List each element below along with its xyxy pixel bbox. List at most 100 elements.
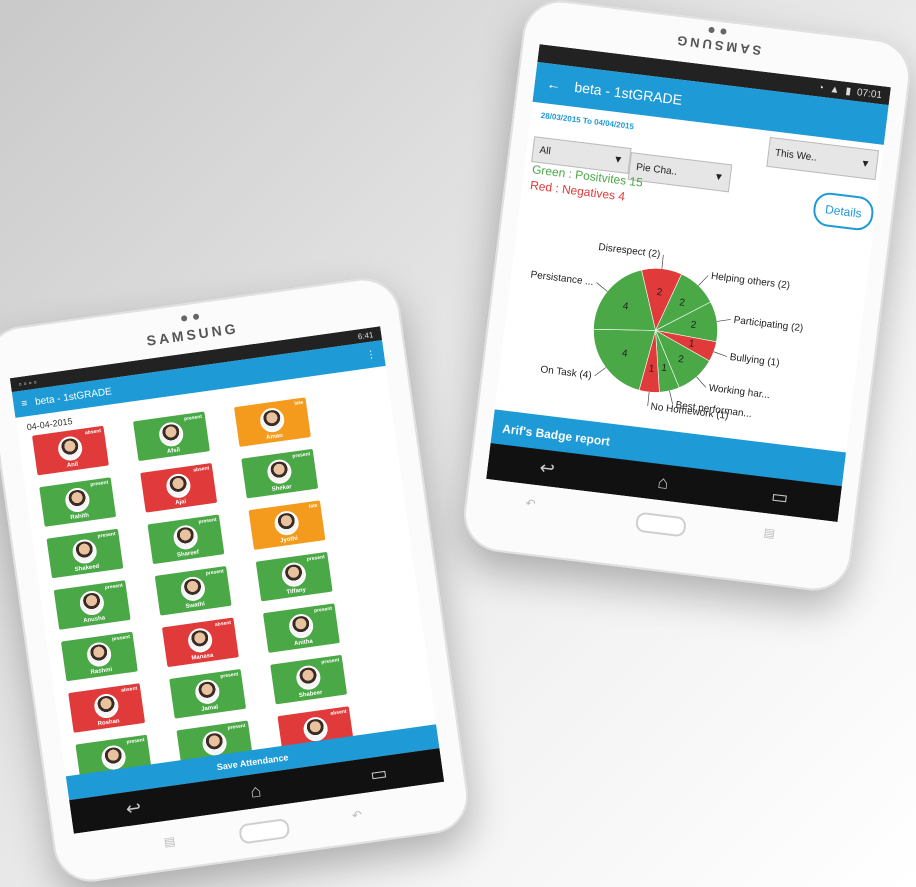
details-button[interactable]: Details	[811, 190, 876, 232]
camera-dot	[180, 315, 188, 322]
slice-leader-line	[596, 282, 608, 292]
student-tile[interactable]: present Shekar	[241, 448, 319, 499]
overflow-menu-icon[interactable]: ⋮	[365, 349, 376, 361]
battery-icon: ▮	[844, 85, 852, 97]
attendance-status: absent	[120, 685, 138, 694]
camera-dot	[192, 313, 200, 321]
student-tile[interactable]: absent Ajai	[140, 463, 218, 513]
home-key[interactable]	[634, 511, 687, 538]
attendance-status: present	[198, 516, 217, 526]
slice-category-label: On Task (4)	[540, 364, 592, 381]
slice-leader-line	[647, 392, 650, 407]
slice-leader-line	[713, 351, 727, 357]
student-avatar	[280, 561, 308, 589]
student-avatar	[265, 458, 293, 486]
student-avatar	[92, 692, 120, 720]
attendance-status: absent	[192, 465, 210, 474]
attendance-status: present	[111, 634, 131, 643]
attendance-status: present	[313, 605, 333, 615]
student-avatar	[63, 486, 91, 514]
student-tile[interactable]: absent Roshan	[68, 683, 146, 733]
slice-category-label: Bullying (1)	[729, 352, 780, 369]
student-avatar	[302, 715, 330, 743]
student-tile[interactable]: present Anitha	[262, 603, 340, 653]
status-time: 6:41	[357, 329, 374, 341]
student-tile[interactable]: present Shabeer	[270, 654, 348, 705]
home-icon[interactable]: ⌂	[249, 780, 263, 802]
camera-dot	[720, 28, 727, 35]
student-tile[interactable]: late Jyothi	[248, 500, 326, 550]
slice-category-label: Helping others (2)	[710, 271, 790, 292]
home-icon[interactable]: ⌂	[656, 471, 670, 493]
back-key-icon[interactable]: ↶	[351, 808, 363, 823]
attendance-status: late	[294, 399, 304, 407]
slice-category-label: Working har...	[708, 383, 770, 401]
dropdown-arrow-icon: ▼	[713, 170, 725, 184]
attendance-status: present	[126, 737, 145, 746]
back-arrow-icon[interactable]: ←	[546, 75, 562, 93]
student-tile[interactable]: present Jamal	[169, 668, 247, 719]
slice-leader-line	[716, 319, 731, 322]
student-tile[interactable]: present Tiffany	[255, 551, 333, 602]
tablet-device: SAMSUNG ▫ ▫ ▫ ▫ 6:41 ≡ beta - 1stGRADE ⋮…	[0, 273, 473, 887]
back-icon[interactable]: ↩	[539, 457, 556, 480]
dropdown-arrow-icon: ▼	[612, 153, 624, 166]
student-tile[interactable]: present Afsil	[133, 411, 210, 462]
slice-category-label: Persistance ...	[530, 269, 594, 288]
camera-dot	[708, 26, 715, 34]
home-key[interactable]	[238, 817, 291, 845]
student-avatar	[157, 420, 185, 448]
attendance-status: present	[89, 479, 109, 489]
phone-device: SAMSUNG ◔ ▲ ▮ 07:01 ← beta - 1stGRADE 28…	[459, 0, 915, 595]
student-tile[interactable]: present Swathi	[154, 565, 232, 616]
attendance-status: present	[219, 671, 239, 680]
student-tile[interactable]: present Shareef	[147, 514, 225, 565]
student-tile[interactable]: present Rahith	[39, 477, 117, 527]
menu-key-icon[interactable]: ▤	[163, 834, 176, 849]
student-avatar	[172, 523, 200, 551]
menu-icon[interactable]: ≡	[21, 398, 28, 410]
slice-leader-line	[661, 254, 664, 269]
attendance-status: present	[306, 554, 326, 563]
student-avatar	[179, 575, 207, 603]
attendance-status: present	[97, 531, 116, 540]
back-key-icon[interactable]: ↶	[525, 496, 537, 511]
student-tile[interactable]: absent Anil	[32, 425, 109, 476]
period-select[interactable]: This We.. ▼	[766, 136, 880, 181]
student-avatar	[100, 743, 128, 772]
attendance-status: present	[320, 657, 340, 666]
student-tile[interactable]: absent Manasa	[161, 617, 239, 668]
student-avatar	[273, 509, 301, 537]
date-range: 28/03/2015 To 04/04/2015	[540, 110, 635, 132]
student-avatar	[201, 729, 229, 757]
period-select-value: This We..	[774, 147, 818, 164]
notification-icons: ▫ ▫ ▫ ▫	[18, 377, 38, 389]
student-avatar	[164, 472, 192, 500]
student-avatar	[258, 406, 286, 434]
app-title: beta - 1stGRADE	[573, 78, 683, 108]
student-avatar	[193, 678, 221, 706]
attendance-status: present	[227, 722, 246, 732]
student-tile[interactable]: late Aman	[234, 397, 311, 447]
student-tile[interactable]: present Shakeed	[46, 528, 124, 579]
status-time: 07:01	[856, 86, 883, 101]
attendance-status: present	[291, 451, 311, 460]
menu-key-icon[interactable]: ▤	[763, 525, 776, 540]
attendance-screen: ▫ ▫ ▫ ▫ 6:41 ≡ beta - 1stGRADE ⋮ 04-04-2…	[9, 326, 445, 834]
slice-category-label: Disrespect (2)	[598, 242, 661, 261]
student-grid: absent Anil present Afsil late Aman present Rah…	[18, 386, 437, 787]
back-icon[interactable]: ↩	[125, 797, 143, 820]
recent-apps-icon[interactable]: ▭	[770, 485, 789, 508]
student-tile[interactable]: present Rashmi	[60, 631, 138, 682]
chart-type-select[interactable]: Pie Cha.. ▼	[627, 152, 733, 193]
student-avatar	[78, 589, 106, 617]
attendance-status: absent	[330, 708, 347, 717]
slice-leader-line	[669, 390, 674, 405]
recent-apps-icon[interactable]: ▭	[369, 762, 389, 785]
student-avatar	[294, 664, 322, 692]
slice-leader-line	[696, 376, 707, 388]
student-tile[interactable]: present Anusha	[53, 580, 131, 630]
attendance-status: absent	[214, 619, 232, 629]
student-avatar	[71, 537, 99, 566]
student-avatar	[56, 434, 84, 463]
